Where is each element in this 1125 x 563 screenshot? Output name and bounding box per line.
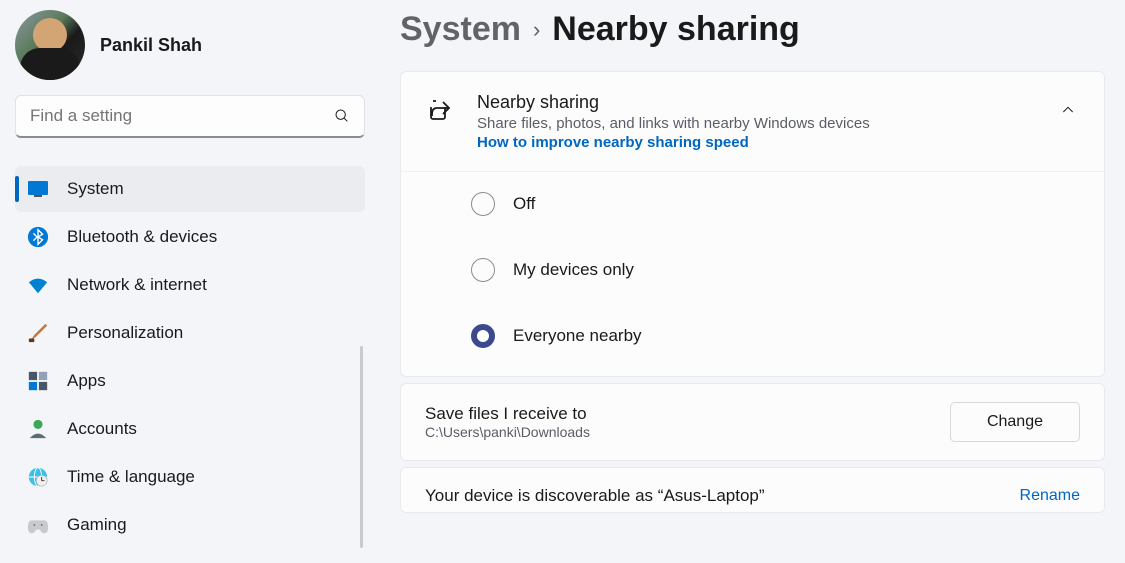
globe-clock-icon	[27, 466, 49, 488]
sidebar-item-label: Accounts	[67, 419, 137, 439]
bluetooth-icon	[27, 226, 49, 248]
radio-label: My devices only	[513, 260, 634, 280]
sidebar-item-label: Bluetooth & devices	[67, 227, 217, 247]
sidebar-item-accounts[interactable]: Accounts	[15, 406, 365, 452]
breadcrumb-parent[interactable]: System	[400, 10, 521, 49]
sidebar-item-label: Apps	[67, 371, 106, 391]
sidebar-item-label: Personalization	[67, 323, 183, 343]
sidebar-item-apps[interactable]: Apps	[15, 358, 365, 404]
card-subtitle: Share files, photos, and links with near…	[477, 115, 1036, 132]
breadcrumb: System › Nearby sharing	[400, 0, 1105, 71]
sidebar-item-label: Gaming	[67, 515, 127, 535]
page-title: Nearby sharing	[552, 10, 800, 49]
wifi-icon	[27, 274, 49, 296]
profile-section[interactable]: Pankil Shah	[15, 0, 365, 95]
profile-name: Pankil Shah	[100, 35, 202, 56]
radio-off[interactable]: Off	[471, 192, 1034, 216]
sidebar-item-network[interactable]: Network & internet	[15, 262, 365, 308]
sidebar-scrollbar[interactable]	[360, 346, 363, 548]
radio-icon	[471, 324, 495, 348]
search-box[interactable]	[15, 95, 365, 138]
radio-my-devices[interactable]: My devices only	[471, 258, 1034, 282]
sidebar-item-label: System	[67, 179, 124, 199]
search-input[interactable]	[30, 106, 334, 126]
discover-card: Your device is discoverable as “Asus-Lap…	[400, 467, 1105, 513]
radio-label: Everyone nearby	[513, 326, 642, 346]
nearby-sharing-header[interactable]: Nearby sharing Share files, photos, and …	[401, 72, 1104, 172]
radio-everyone[interactable]: Everyone nearby	[471, 324, 1034, 348]
sidebar-item-label: Network & internet	[67, 275, 207, 295]
brush-icon	[27, 322, 49, 344]
discover-text: Your device is discoverable as “Asus-Lap…	[425, 486, 1020, 506]
apps-icon	[27, 370, 49, 392]
sidebar-item-bluetooth[interactable]: Bluetooth & devices	[15, 214, 365, 260]
radio-label: Off	[513, 194, 535, 214]
sidebar-item-label: Time & language	[67, 467, 195, 487]
rename-link[interactable]: Rename	[1020, 487, 1080, 505]
save-path: C:\Users\panki\Downloads	[425, 424, 950, 440]
avatar	[15, 10, 85, 80]
sidebar-item-gaming[interactable]: Gaming	[15, 502, 365, 548]
share-icon	[429, 98, 453, 122]
chevron-right-icon: ›	[533, 17, 540, 43]
nearby-sharing-card: Nearby sharing Share files, photos, and …	[400, 71, 1105, 377]
improve-speed-link[interactable]: How to improve nearby sharing speed	[477, 134, 1036, 151]
radio-icon	[471, 192, 495, 216]
sidebar-item-system[interactable]: System	[15, 166, 365, 212]
gaming-icon	[27, 514, 49, 536]
change-button[interactable]: Change	[950, 402, 1080, 442]
display-icon	[27, 178, 49, 200]
save-location-card: Save files I receive to C:\Users\panki\D…	[400, 383, 1105, 461]
sidebar-item-personalization[interactable]: Personalization	[15, 310, 365, 356]
accounts-icon	[27, 418, 49, 440]
radio-group: Off My devices only Everyone nearby	[401, 172, 1104, 376]
chevron-up-icon	[1060, 102, 1076, 118]
sidebar-nav: System Bluetooth & devices Network & int…	[15, 166, 365, 548]
radio-icon	[471, 258, 495, 282]
card-title: Nearby sharing	[477, 92, 1036, 113]
search-icon	[334, 108, 350, 124]
sidebar-item-time-language[interactable]: Time & language	[15, 454, 365, 500]
save-title: Save files I receive to	[425, 404, 950, 424]
